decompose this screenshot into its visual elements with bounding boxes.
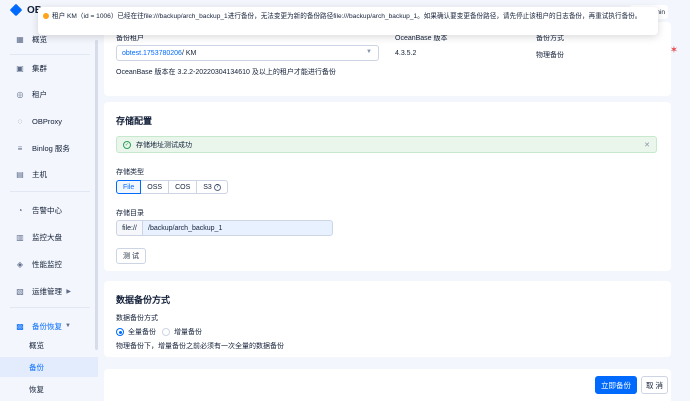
- sidebar-subitem-restore[interactable]: 恢复: [0, 379, 98, 399]
- caret-right-icon: ▶: [66, 288, 71, 295]
- brand-badge-icon: ✶: [669, 44, 679, 56]
- version-hint: OceanBase 版本在 3.2.2-20220304134610 及以上的租…: [116, 69, 336, 76]
- radio-full-backup[interactable]: 全量备份: [116, 327, 156, 337]
- toast-message: 租户 KM（id = 1006）已经在往file:///backup/arch_…: [52, 13, 642, 20]
- check-circle-icon: ✓: [123, 140, 131, 149]
- logo-icon: [9, 3, 23, 17]
- sidebar-item-performance[interactable]: ◈ 性能监控: [0, 253, 103, 275]
- sidebar-subitem-overview[interactable]: 概览: [0, 335, 98, 355]
- test-button[interactable]: 测 试: [116, 248, 146, 264]
- proxy-icon: ◌: [17, 116, 23, 126]
- storage-success-alert: ✓ 存储地址测试成功 ✕: [116, 136, 657, 153]
- backup-now-button[interactable]: 立即备份: [595, 376, 637, 394]
- binlog-icon: ≡: [17, 143, 23, 153]
- dashboard-icon: ▥: [16, 232, 24, 242]
- close-icon[interactable]: ✕: [644, 141, 650, 149]
- radio-dot-checked: [116, 328, 124, 336]
- cancel-button[interactable]: 取 消: [641, 376, 668, 394]
- storage-type-selector: File OSS COS S3?: [116, 180, 228, 194]
- footer-bar: [104, 369, 671, 401]
- storage-dir-label: 存储目录: [116, 210, 144, 217]
- sidebar: OB ▦ 概览 ▣ 集群 ◎ 租户 ◌ OBProxy ≡ Binlog 服务 …: [0, 0, 103, 401]
- storage-dir-input[interactable]: /backup/arch_backup_1: [142, 220, 333, 236]
- sidebar-subitem-backup[interactable]: 备份: [0, 357, 98, 377]
- sidebar-item-backup[interactable]: ▩ 备份恢复 ▼: [0, 315, 103, 337]
- caret-down-icon: ▼: [65, 323, 71, 329]
- storage-type-oss[interactable]: OSS: [140, 180, 170, 194]
- tenant-icon: ◎: [16, 89, 24, 99]
- data-backup-field-label: 数据备份方式: [116, 315, 158, 322]
- radio-incremental-backup[interactable]: 增量备份: [162, 327, 202, 337]
- sidebar-item-ops[interactable]: ▧ 运维管理 ▶: [0, 280, 103, 302]
- version-value: 4.3.5.2: [395, 50, 417, 57]
- data-backup-title: 数据备份方式: [116, 295, 171, 305]
- sidebar-item-alarm[interactable]: ◔ 告警中心: [0, 199, 103, 221]
- tenant-select[interactable]: obtest.1753780206 / KM ▼: [116, 45, 379, 61]
- warning-toast: 租户 KM（id = 1006）已经在往file:///backup/arch_…: [38, 7, 658, 35]
- storage-type-file[interactable]: File: [116, 180, 142, 194]
- divider: [10, 54, 90, 55]
- storage-title: 存储配置: [116, 116, 153, 126]
- divider: [10, 307, 90, 308]
- sidebar-item-dashboard[interactable]: ▥ 监控大盘: [0, 226, 103, 248]
- tenant-select-suffix: / KM: [181, 49, 197, 57]
- chevron-down-icon: ▼: [366, 49, 372, 55]
- sidebar-item-cluster[interactable]: ▣ 集群: [0, 57, 103, 79]
- alarm-icon: ◔: [17, 205, 23, 215]
- warning-icon: [43, 13, 49, 19]
- ops-icon: ▧: [16, 286, 24, 296]
- overview-icon: ▦: [16, 34, 24, 44]
- performance-icon: ◈: [16, 259, 24, 269]
- sidebar-item-host[interactable]: ▤ 主机: [0, 163, 103, 185]
- storage-type-s3[interactable]: S3?: [196, 180, 228, 194]
- storage-type-label: 存储类型: [116, 169, 144, 176]
- backup-icon: ▩: [16, 321, 24, 331]
- sidebar-item-obproxy[interactable]: ◌ OBProxy: [0, 110, 103, 132]
- storage-dir-group: file:// /backup/arch_backup_1: [116, 220, 333, 236]
- tenant-select-name: obtest.1753780206: [122, 49, 182, 57]
- host-icon: ▤: [16, 169, 24, 179]
- sidebar-item-tenant[interactable]: ◎ 租户: [0, 83, 103, 105]
- sidebar-scrollbar[interactable]: [95, 40, 98, 350]
- sidebar-item-binlog[interactable]: ≡ Binlog 服务: [0, 137, 103, 159]
- data-backup-hint: 物理备份下，增量备份之前必须有一次全量的数据备份: [116, 343, 284, 350]
- mode-value: 物理备份: [536, 52, 564, 59]
- radio-dot: [162, 328, 170, 336]
- storage-type-cos[interactable]: COS: [168, 180, 198, 194]
- storage-dir-prefix: file://: [116, 220, 142, 236]
- question-icon: ?: [213, 183, 221, 191]
- divider: [10, 191, 90, 192]
- cluster-icon: ▣: [16, 63, 24, 73]
